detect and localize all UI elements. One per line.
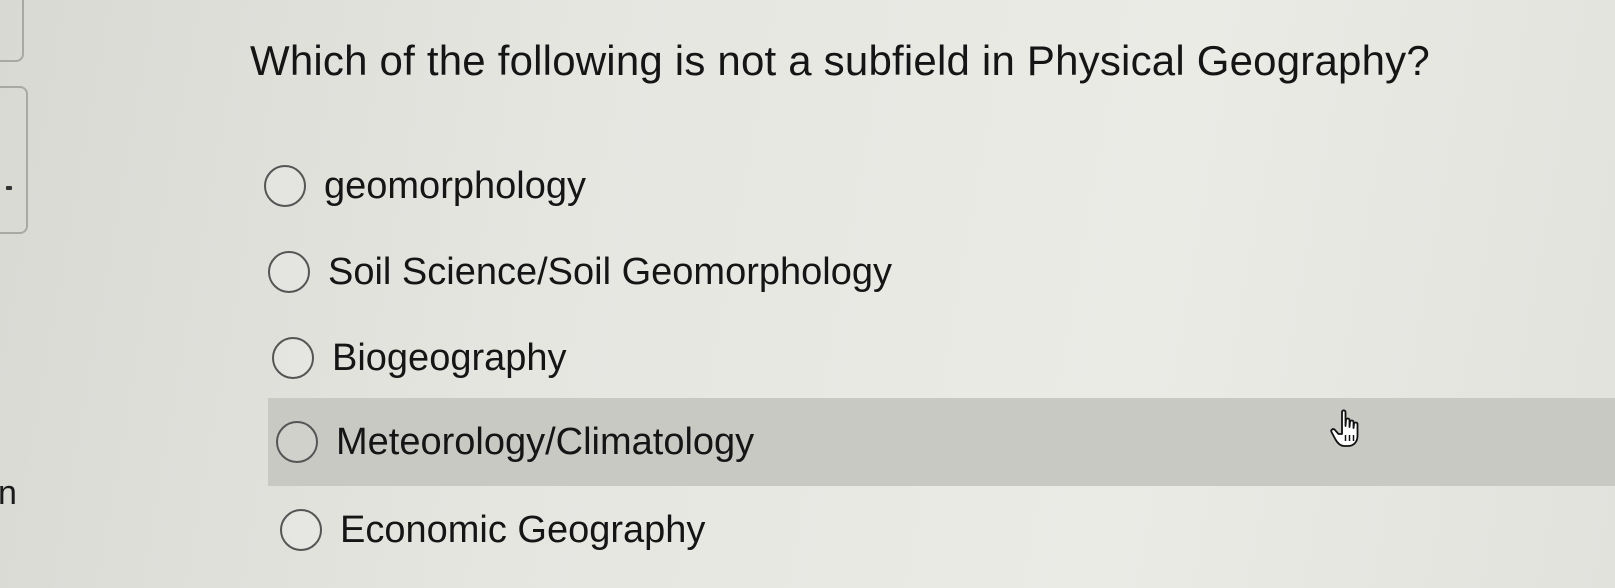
option-meteorology-climatology[interactable]: Meteorology/Climatology <box>268 398 1615 486</box>
option-label: Economic Geography <box>340 508 706 551</box>
radio-button[interactable] <box>268 251 310 293</box>
option-label: Soil Science/Soil Geomorphology <box>328 250 892 293</box>
option-label: Meteorology/Climatology <box>336 420 755 463</box>
option-soil-science[interactable]: Soil Science/Soil Geomorphology <box>268 229 1068 315</box>
question-text: Which of the following is not a subfield… <box>250 37 1430 84</box>
option-economic-geography[interactable]: Economic Geography <box>280 487 980 573</box>
option-label: geomorphology <box>324 164 586 207</box>
left-panel-mark <box>6 186 12 190</box>
left-panel-box-middle[interactable] <box>0 86 28 234</box>
option-label: Biogeography <box>332 336 567 379</box>
left-panel-partial-text: n <box>0 474 17 512</box>
left-panel-box-top <box>0 0 24 62</box>
option-geomorphology[interactable]: geomorphology <box>264 143 964 229</box>
radio-button[interactable] <box>264 165 306 207</box>
hand-pointer-icon <box>1330 409 1359 447</box>
radio-button[interactable] <box>276 421 318 463</box>
option-biogeography[interactable]: Biogeography <box>272 315 972 401</box>
radio-button[interactable] <box>280 509 322 551</box>
radio-button[interactable] <box>272 337 314 379</box>
